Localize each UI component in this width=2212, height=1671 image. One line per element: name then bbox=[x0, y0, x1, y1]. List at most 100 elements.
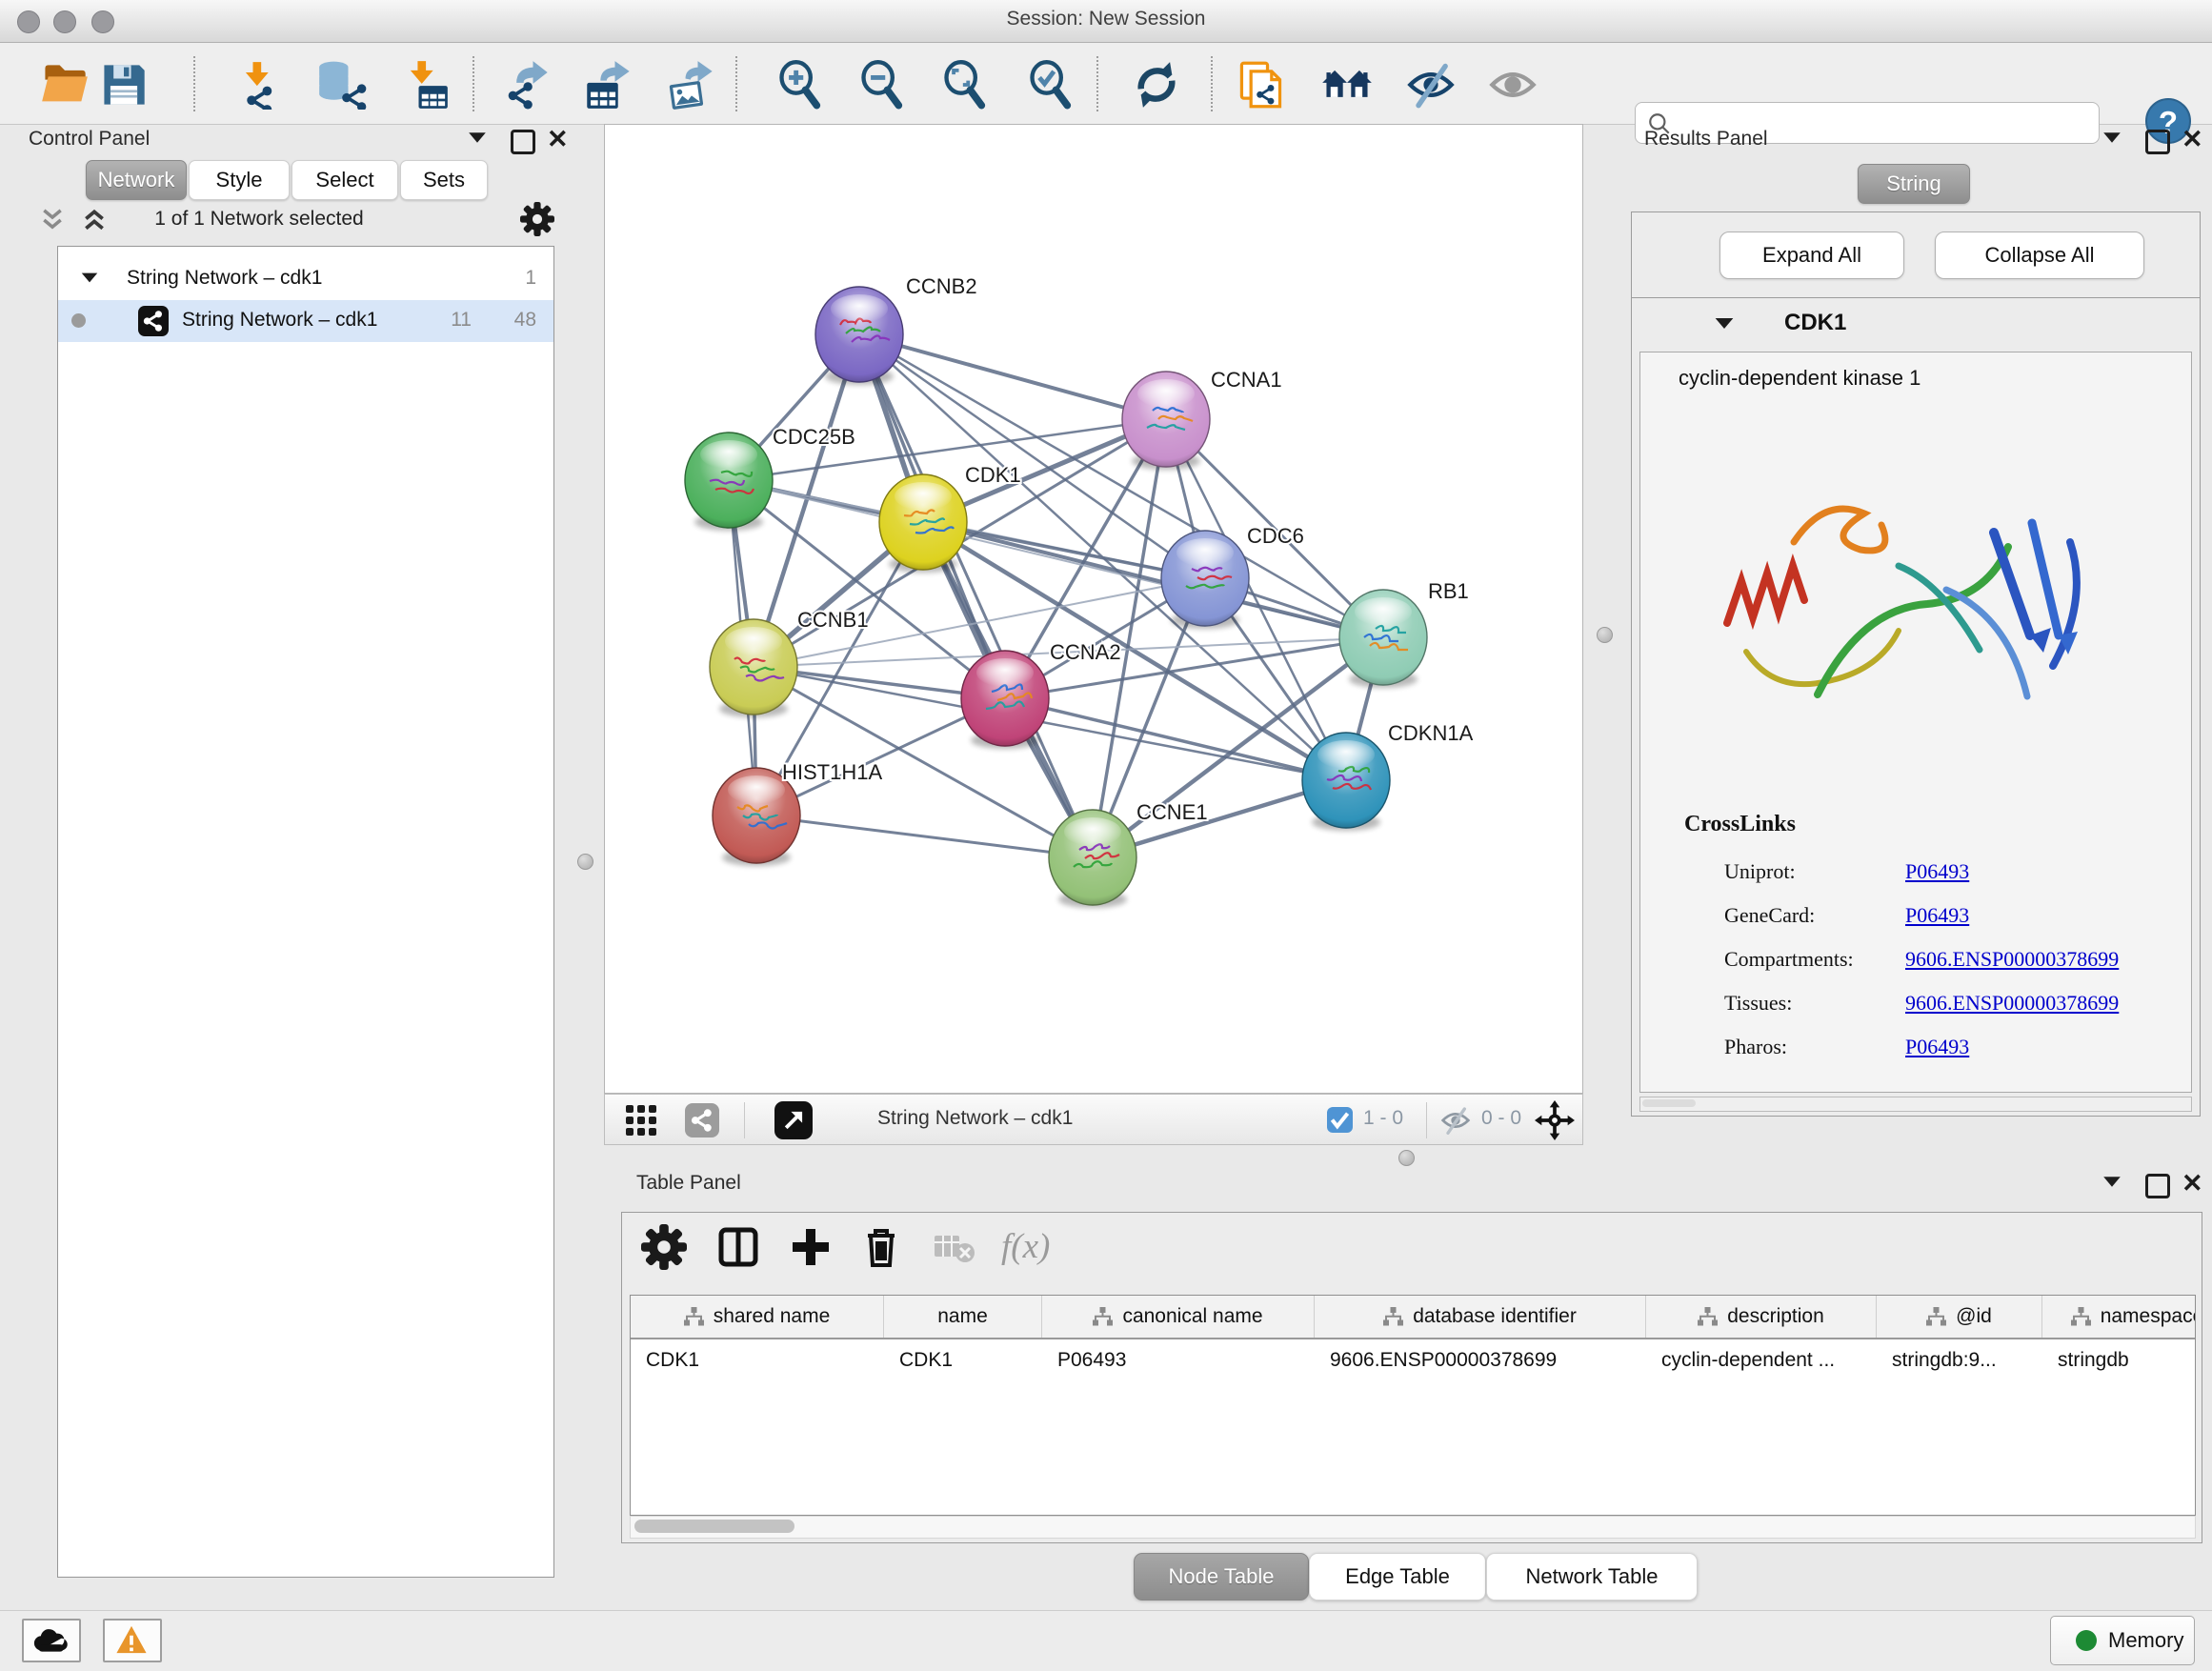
network-options-gear-icon[interactable] bbox=[520, 202, 554, 236]
cell-sharedname[interactable]: CDK1 bbox=[631, 1339, 884, 1381]
column-header-sharedname[interactable]: shared name bbox=[631, 1296, 884, 1338]
network-canvas[interactable]: CCNB2 CCNA1 CDC25B CDK1 CDC6 RB1 CCNB1 C… bbox=[604, 124, 1583, 1094]
tab-select[interactable]: Select bbox=[292, 160, 398, 200]
edge-HIST1H1A-CCNE1[interactable] bbox=[756, 815, 1093, 857]
node-CDKN1A[interactable]: CDKN1A bbox=[1302, 721, 1474, 831]
cell-id[interactable]: stringdb:9... bbox=[1877, 1339, 2042, 1381]
node-label-CDC25B: CDC25B bbox=[773, 425, 855, 449]
results-scrollbar[interactable] bbox=[1639, 1097, 2192, 1112]
export-image-button[interactable] bbox=[667, 60, 716, 110]
node-CDC25B[interactable]: CDC25B bbox=[685, 425, 855, 531]
share-network-icon bbox=[509, 82, 533, 109]
collapse-panel-button[interactable] bbox=[467, 131, 493, 158]
column-header-name[interactable]: name bbox=[884, 1296, 1042, 1338]
crosslink-link[interactable]: P06493 bbox=[1905, 903, 1969, 928]
bottom-splitter-handle[interactable] bbox=[1398, 1150, 1415, 1166]
string-document-button[interactable] bbox=[1237, 60, 1286, 110]
left-splitter-handle[interactable] bbox=[577, 854, 593, 870]
open-session-button[interactable] bbox=[40, 60, 90, 110]
tab-network-table[interactable]: Network Table bbox=[1486, 1553, 1698, 1601]
close-panel-button[interactable]: ✕ bbox=[2182, 128, 2208, 154]
toolbar-separator bbox=[193, 56, 195, 111]
show-columns-button[interactable] bbox=[715, 1224, 761, 1270]
show-all-button[interactable] bbox=[1488, 60, 1538, 110]
expand-all-button[interactable]: Expand All bbox=[1719, 232, 1904, 279]
collapse-panel-button[interactable] bbox=[2101, 131, 2128, 158]
edge-CCNA2-CDKN1A[interactable] bbox=[1005, 698, 1346, 780]
network-type-badge-icon[interactable] bbox=[685, 1103, 719, 1137]
cell-namespace[interactable]: stringdb bbox=[2042, 1339, 2196, 1381]
cell-databaseidentifier[interactable]: 9606.ENSP00000378699 bbox=[1315, 1339, 1646, 1381]
warnings-button[interactable] bbox=[103, 1619, 162, 1662]
node-CCNE1[interactable]: CCNE1 bbox=[1049, 800, 1208, 908]
export-network-button[interactable] bbox=[502, 60, 552, 110]
edge-CCNB2-CCNE1[interactable] bbox=[859, 334, 1093, 857]
hide-unhide-button[interactable] bbox=[1406, 60, 1456, 110]
column-header-id[interactable]: @id bbox=[1877, 1296, 2042, 1338]
memory-button[interactable]: Memory bbox=[2050, 1616, 2195, 1665]
eye-disabled-icon bbox=[1488, 60, 1538, 110]
tab-network[interactable]: Network bbox=[86, 160, 187, 200]
cloud-status-button[interactable] bbox=[22, 1619, 81, 1662]
collapse-all-button[interactable]: Collapse All bbox=[1935, 232, 2144, 279]
crosslink-label: Compartments: bbox=[1724, 947, 1854, 972]
zoom-in-button[interactable] bbox=[775, 60, 825, 110]
close-panel-button[interactable]: ✕ bbox=[547, 128, 573, 154]
column-header-databaseidentifier[interactable]: database identifier bbox=[1315, 1296, 1646, 1338]
section-expand-icon[interactable] bbox=[1716, 318, 1734, 329]
tab-style[interactable]: Style bbox=[189, 160, 290, 200]
export-table-button[interactable] bbox=[584, 60, 633, 110]
home-networks-button[interactable] bbox=[1320, 60, 1374, 110]
close-panel-button[interactable]: ✕ bbox=[2182, 1172, 2208, 1198]
selected-checkbox-icon[interactable] bbox=[1327, 1107, 1353, 1133]
open-in-browser-button[interactable] bbox=[774, 1101, 813, 1139]
float-panel-button[interactable] bbox=[511, 130, 537, 156]
collection-expand-icon[interactable] bbox=[82, 273, 98, 283]
pan-crosshair-icon[interactable] bbox=[1535, 1100, 1575, 1140]
tab-string[interactable]: String bbox=[1858, 164, 1970, 204]
tab-edge-table[interactable]: Edge Table bbox=[1309, 1553, 1486, 1601]
zoom-selected-button[interactable] bbox=[1026, 60, 1076, 110]
scrollbar-thumb[interactable] bbox=[634, 1520, 794, 1533]
float-panel-button[interactable] bbox=[2145, 130, 2172, 156]
right-splitter-handle[interactable] bbox=[1597, 627, 1613, 643]
table-icon bbox=[419, 86, 448, 109]
network-row-selected[interactable]: String Network – cdk1 11 48 bbox=[58, 300, 553, 342]
import-table-button[interactable] bbox=[400, 60, 450, 110]
delete-column-button[interactable] bbox=[858, 1224, 904, 1270]
float-panel-button[interactable] bbox=[2145, 1174, 2172, 1200]
table-row[interactable]: CDK1CDK1P064939606.ENSP00000378699cyclin… bbox=[631, 1339, 2196, 1381]
cell-name[interactable]: CDK1 bbox=[884, 1339, 1042, 1381]
column-header-namespace[interactable]: namespace bbox=[2042, 1296, 2196, 1338]
column-header-canonicalname[interactable]: canonical name bbox=[1042, 1296, 1315, 1338]
import-database-button[interactable] bbox=[314, 60, 370, 110]
node-label-CDC6: CDC6 bbox=[1247, 524, 1304, 548]
zoom-out-button[interactable] bbox=[857, 60, 907, 110]
open-folder-icon bbox=[40, 60, 90, 110]
crosslink-link[interactable]: P06493 bbox=[1905, 1035, 1969, 1059]
import-network-button[interactable] bbox=[234, 60, 284, 110]
birdseye-grid-icon[interactable] bbox=[626, 1105, 668, 1136]
crosslink-link[interactable]: 9606.ENSP00000378699 bbox=[1905, 991, 2119, 1016]
column-header-description[interactable]: description bbox=[1646, 1296, 1877, 1338]
table-options-gear-icon[interactable] bbox=[641, 1224, 687, 1270]
gene-section-header[interactable]: CDK1 bbox=[1632, 298, 2200, 352]
node-RB1[interactable]: RB1 bbox=[1339, 579, 1469, 688]
cell-canonicalname[interactable]: P06493 bbox=[1042, 1339, 1315, 1381]
cell-description[interactable]: cyclin-dependent ... bbox=[1646, 1339, 1877, 1381]
save-session-button[interactable] bbox=[99, 60, 149, 110]
network-graph[interactable]: CCNB2 CCNA1 CDC25B CDK1 CDC6 RB1 CCNB1 C… bbox=[605, 125, 1582, 1093]
table-horizontal-scrollbar[interactable] bbox=[630, 1516, 2196, 1539]
crosslink-link[interactable]: 9606.ENSP00000378699 bbox=[1905, 947, 2119, 972]
tab-sets[interactable]: Sets bbox=[400, 160, 488, 200]
zoom-fit-button[interactable] bbox=[940, 60, 990, 110]
collapse-panel-button[interactable] bbox=[2101, 1176, 2128, 1202]
node-table[interactable]: shared namenamecanonical namedatabase id… bbox=[630, 1295, 2196, 1516]
refresh-layout-button[interactable] bbox=[1132, 60, 1181, 110]
network-collection-row[interactable]: String Network – cdk1 1 bbox=[58, 258, 553, 300]
create-column-button[interactable] bbox=[788, 1224, 834, 1270]
crosslink-link[interactable]: P06493 bbox=[1905, 859, 1969, 884]
tab-node-table[interactable]: Node Table bbox=[1134, 1553, 1309, 1601]
node-label-CCNE1: CCNE1 bbox=[1136, 800, 1208, 824]
node-HIST1H1A[interactable]: HIST1H1A bbox=[713, 760, 882, 866]
